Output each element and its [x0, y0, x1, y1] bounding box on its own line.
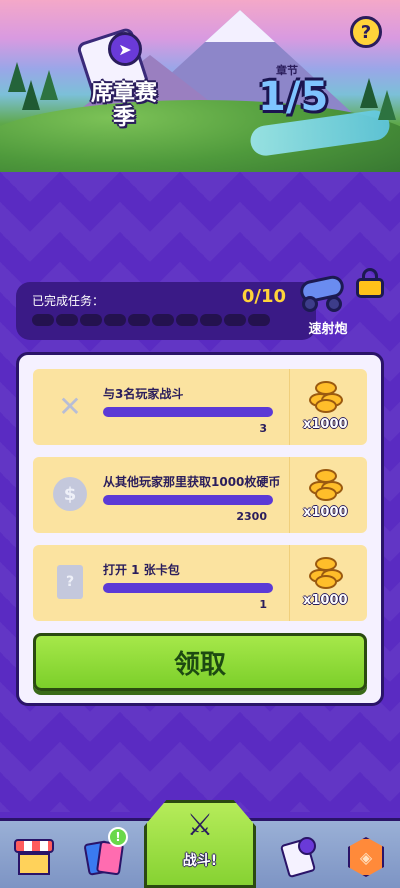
notification-badge: !: [108, 827, 128, 847]
quest-item[interactable]: $ 从其他玩家那里获取1000枚硬币 2300 x1000: [33, 457, 367, 533]
progress-segment: [248, 314, 270, 326]
nav-season[interactable]: [276, 833, 324, 881]
quest-value: 3: [259, 422, 267, 435]
cannon-reward-icon[interactable]: [296, 270, 352, 314]
quest-title: 与3名玩家战斗: [103, 387, 184, 401]
progress-count: 0/10: [241, 286, 286, 307]
progress-track: [32, 314, 270, 326]
tree-icon: [360, 78, 378, 108]
mountain-snow-decoration: [205, 10, 275, 42]
progress-panel: 已完成任务： 0/10: [16, 282, 316, 340]
season-pass-icon: [279, 837, 320, 879]
chapter-value: 1/5: [258, 74, 329, 120]
progress-segment: [56, 314, 78, 326]
progress-segment: [32, 314, 54, 326]
lock-icon: [356, 268, 384, 298]
lock-body: [356, 278, 384, 298]
quest-divider: [289, 457, 290, 533]
clan-icon: ◈: [348, 837, 384, 877]
battle-label: 战斗!: [182, 853, 218, 869]
progress-segment: [128, 314, 150, 326]
quest-title: 从其他玩家那里获取1000枚硬币: [103, 475, 281, 489]
coins-icon: [307, 551, 343, 589]
cannon-wheel: [326, 296, 342, 312]
quest-item[interactable]: ✕ 与3名玩家战斗 3 x1000: [33, 369, 367, 445]
tree-icon: [40, 70, 58, 100]
quest-divider: [289, 369, 290, 445]
swords-icon: ✕: [58, 389, 82, 423]
crossed-swords-icon: ⚔: [186, 808, 214, 843]
claim-button[interactable]: 领取: [33, 633, 367, 691]
progress-segment: [176, 314, 198, 326]
quest-divider: [289, 545, 290, 621]
progress-segment: [224, 314, 246, 326]
coins-icon: [307, 463, 343, 501]
quest-reward: x1000: [303, 593, 348, 608]
progress-segment: [152, 314, 174, 326]
coins-icon: [307, 375, 343, 413]
progress-label: 已完成任务：: [32, 294, 105, 308]
season-title: 席章赛季: [90, 81, 157, 130]
tree-icon: [22, 80, 40, 110]
cannon-wheel: [302, 296, 318, 312]
quest-progress-bar: [103, 583, 273, 593]
nav-shop[interactable]: [10, 833, 58, 881]
reward-name: 速射炮: [308, 322, 348, 337]
quest-item[interactable]: ? 打开 1 张卡包 1 x1000: [33, 545, 367, 621]
quest-value: 1: [259, 598, 267, 611]
ticket-icon: ?: [57, 565, 83, 599]
nav-clan[interactable]: ◈: [342, 833, 390, 881]
quest-value: 2300: [236, 510, 267, 523]
quest-card: ✕ 与3名玩家战斗 3 x1000 $ 从其他玩家那里获取1000枚硬币 230…: [16, 352, 384, 706]
season-banner: [0, 0, 400, 172]
progress-segment: [104, 314, 126, 326]
quest-title: 打开 1 张卡包: [103, 563, 180, 577]
progress-segment: [200, 314, 222, 326]
shop-icon: [14, 839, 54, 875]
coin-icon: $: [53, 477, 87, 511]
quest-reward: x1000: [303, 417, 348, 432]
quest-progress-bar: [103, 495, 273, 505]
compass-medal-icon: ➤: [108, 32, 142, 66]
tree-icon: [378, 90, 396, 120]
quest-reward: x1000: [303, 505, 348, 520]
progress-segment: [80, 314, 102, 326]
quest-progress-bar: [103, 407, 273, 417]
help-button[interactable]: ?: [350, 16, 382, 48]
